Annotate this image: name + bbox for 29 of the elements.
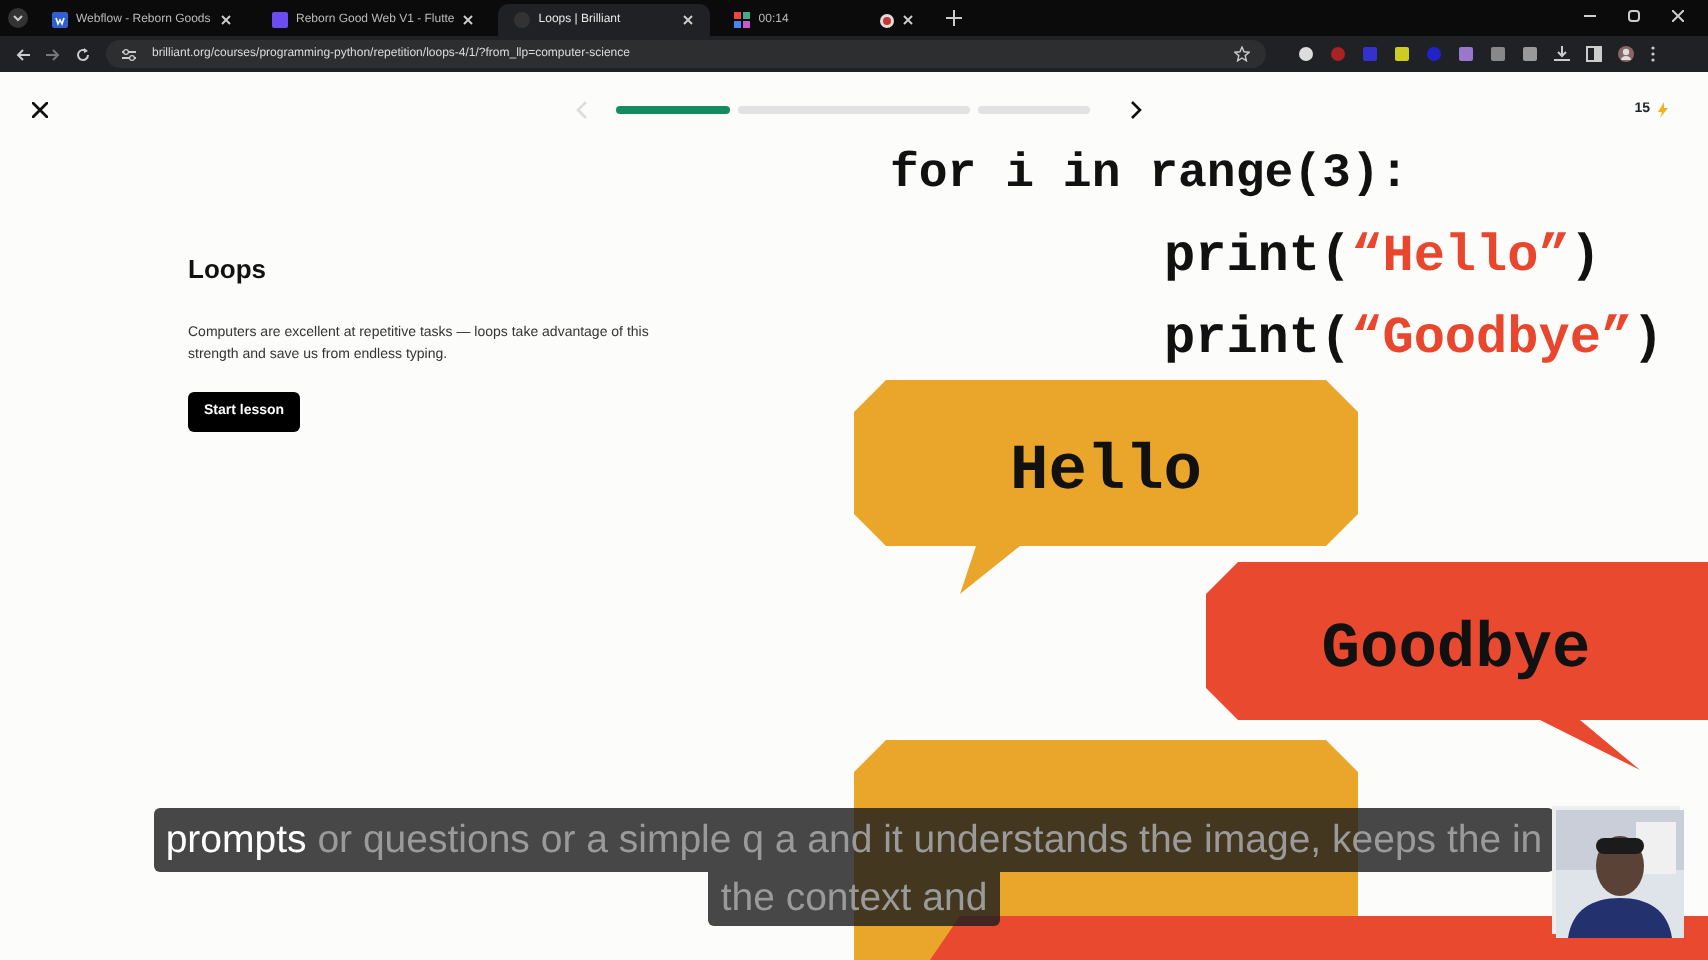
star-icon[interactable]	[1234, 46, 1250, 62]
profile-icon[interactable]	[1618, 46, 1634, 62]
download-icon[interactable]	[1554, 46, 1570, 62]
code-line: print(“Goodbye”)	[1164, 308, 1664, 368]
grid-icon	[734, 12, 751, 28]
site-info-icon[interactable]	[122, 47, 136, 61]
next-icon[interactable]	[1128, 100, 1144, 120]
square-icon	[272, 12, 288, 28]
bubble-text: Hello	[1010, 434, 1202, 508]
lesson-title: Loops	[188, 252, 268, 288]
webflow-icon	[52, 12, 68, 28]
code-line: for i in range(3):	[890, 148, 1409, 202]
bubble-text: Goodbye	[1321, 612, 1591, 686]
caption-text: prompts	[165, 818, 307, 862]
close-icon[interactable]	[32, 102, 48, 118]
reload-icon[interactable]	[76, 47, 90, 61]
side-panel-icon[interactable]	[1586, 46, 1602, 62]
minimize-icon[interactable]	[1584, 10, 1596, 22]
tab-search-icon[interactable]	[8, 8, 28, 28]
new-tab-icon[interactable]	[946, 10, 963, 26]
menu-icon[interactable]	[1650, 46, 1656, 62]
back-icon[interactable]	[16, 47, 30, 61]
record-icon	[880, 13, 895, 27]
forward-icon[interactable]	[46, 47, 60, 61]
restore-icon[interactable]	[1628, 10, 1640, 22]
lightning-icon	[1658, 102, 1668, 118]
code-line: print(“Hello”)	[1164, 226, 1601, 286]
caption-text: the context and	[720, 876, 988, 920]
caption-text: or questions or a simple q a and it understands the image, keeps the in	[317, 818, 1543, 862]
